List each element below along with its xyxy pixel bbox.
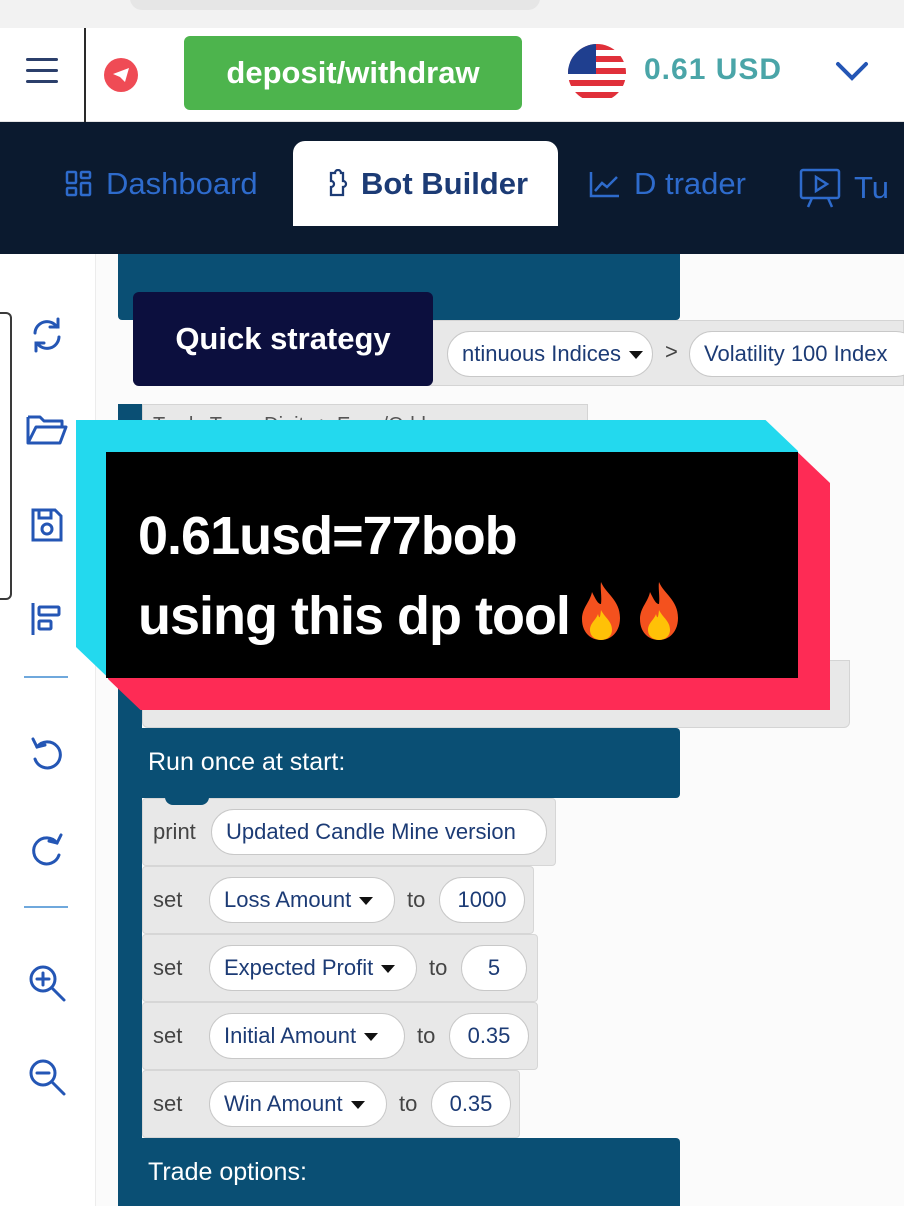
tab-tutorial[interactable]: Tu — [798, 166, 889, 210]
tab-d-trader[interactable]: D trader — [588, 166, 746, 202]
quick-strategy-button[interactable]: Quick strategy — [133, 292, 433, 386]
to-keyword: to — [399, 1091, 418, 1116]
dropdown-caret-icon — [381, 965, 396, 974]
print-block[interactable]: print Updated Candle Mine version — [142, 797, 556, 866]
chart-line-icon — [589, 172, 619, 198]
dropdown-caret-icon — [350, 1101, 365, 1110]
puzzle-icon — [329, 168, 348, 196]
dashboard-icon — [65, 170, 92, 197]
toolbar-bracket — [0, 312, 12, 600]
set-variable-block[interactable]: set Loss Amount to 1000 — [142, 866, 534, 934]
trade-options-label: Trade options: — [148, 1158, 307, 1186]
dropdown-caret-icon — [364, 1033, 379, 1042]
zoom-out-icon[interactable] — [24, 1054, 70, 1100]
variable-dropdown[interactable]: Loss Amount — [209, 877, 395, 923]
tab-bot-builder[interactable]: Bot Builder — [293, 141, 558, 226]
value-field[interactable]: 1000 — [439, 877, 525, 923]
us-flag-icon[interactable] — [568, 44, 626, 102]
caption-overlay: 0.61usd=77bob using this dp tool — [76, 420, 830, 710]
tab-label: Dashboard — [106, 166, 258, 201]
print-keyword: print — [153, 819, 196, 844]
workspace-toolbar — [0, 254, 96, 1206]
undo-icon[interactable] — [24, 730, 70, 776]
deposit-withdraw-button[interactable]: deposit/withdraw — [184, 36, 522, 110]
tab-label: Bot Builder — [361, 165, 529, 201]
reset-icon[interactable] — [24, 312, 70, 358]
set-variable-block[interactable]: set Expected Profit to 5 — [142, 934, 538, 1002]
separator: > — [665, 339, 678, 364]
variable-dropdown[interactable]: Win Amount — [209, 1081, 387, 1127]
blockly-workspace[interactable]: ntinuous Indices > Volatility 100 Index … — [96, 254, 904, 1206]
set-keyword: set — [153, 887, 183, 912]
app-header: deposit/withdraw 0.61 USD — [0, 28, 904, 122]
tab-label: D trader — [634, 166, 746, 201]
header-divider — [84, 28, 86, 122]
caption-line-1: 0.61usd=77bob — [138, 506, 518, 566]
main-nav: Dashboard Bot Builder D trader Tu — [0, 122, 904, 254]
print-value-field[interactable]: Updated Candle Mine version — [211, 809, 547, 855]
account-balance[interactable]: 0.61 USD — [644, 53, 782, 87]
set-keyword: set — [153, 955, 183, 980]
block-notch — [165, 797, 209, 805]
set-keyword: set — [153, 1091, 183, 1116]
chevron-down-icon[interactable] — [832, 56, 872, 86]
redo-icon[interactable] — [24, 826, 70, 872]
caption-line-2: using this dp tool — [138, 576, 686, 656]
value-field[interactable]: 0.35 — [431, 1081, 511, 1127]
run-once-label: Run once at start: — [148, 748, 346, 776]
save-icon[interactable] — [24, 502, 70, 548]
fire-icon — [639, 582, 678, 640]
set-keyword: set — [153, 1023, 183, 1048]
zoom-in-icon[interactable] — [24, 960, 70, 1006]
menu-icon[interactable] — [26, 58, 58, 86]
browser-address-pill — [130, 0, 540, 10]
market-dropdown[interactable]: ntinuous Indices — [447, 331, 653, 377]
dropdown-caret-icon — [359, 897, 374, 906]
variable-dropdown[interactable]: Initial Amount — [209, 1013, 405, 1059]
align-icon[interactable] — [24, 596, 70, 642]
to-keyword: to — [417, 1023, 436, 1048]
symbol-dropdown[interactable]: Volatility 100 Index — [689, 331, 904, 377]
toolbar-divider — [24, 676, 68, 678]
fire-icon — [581, 582, 620, 640]
value-field[interactable]: 0.35 — [449, 1013, 529, 1059]
set-variable-block[interactable]: set Initial Amount to 0.35 — [142, 1002, 538, 1070]
telegram-icon[interactable] — [104, 58, 138, 92]
caption-text: 0.61usd=77bob using this dp tool — [138, 496, 686, 656]
tab-label: Tu — [854, 170, 890, 205]
variable-dropdown[interactable]: Expected Profit — [209, 945, 417, 991]
open-folder-icon[interactable] — [24, 406, 70, 452]
value-field[interactable]: 5 — [461, 945, 527, 991]
tutorial-icon — [799, 168, 841, 208]
toolbar-divider — [24, 906, 68, 908]
browser-strip — [0, 0, 904, 28]
to-keyword: to — [407, 887, 426, 912]
tab-dashboard[interactable]: Dashboard — [64, 166, 258, 202]
dropdown-caret-icon — [629, 351, 643, 360]
set-variable-block[interactable]: set Win Amount to 0.35 — [142, 1070, 520, 1138]
market-selector-row: ntinuous Indices > Volatility 100 Index — [426, 320, 904, 386]
to-keyword: to — [429, 955, 448, 980]
